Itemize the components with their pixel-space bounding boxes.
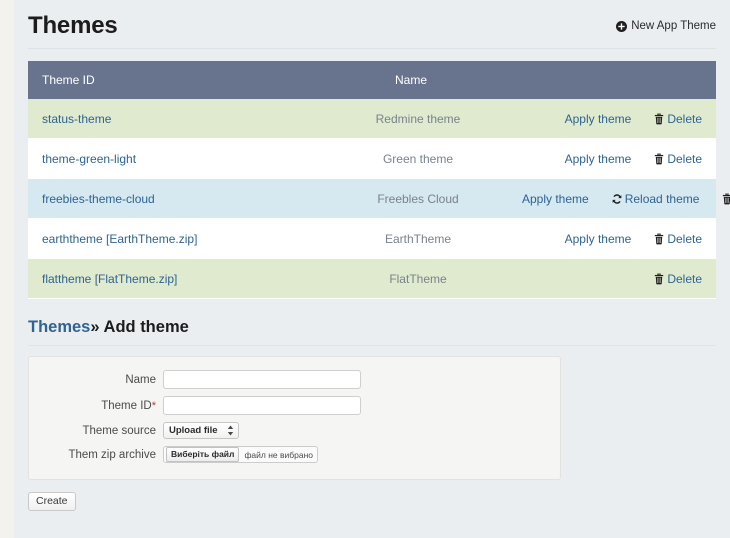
themes-table: Theme ID Name status-theme Redmine theme A… [28, 61, 730, 299]
apply-theme-link[interactable]: Apply theme [565, 232, 632, 246]
new-app-theme-button[interactable]: New App Theme [616, 20, 716, 32]
delete-theme-link[interactable]: Delete [653, 232, 702, 246]
cell-theme-id: freebies-theme-cloud [28, 178, 328, 219]
form-row-theme-id: Theme ID* [29, 396, 560, 415]
add-theme-heading: Themes» Add theme [28, 317, 716, 337]
cell-theme-id: earththeme [EarthTheme.zip] [28, 218, 328, 259]
add-theme-form: Name Theme ID* Theme source Upload file [28, 356, 561, 480]
breadcrumb-current: Add theme [103, 318, 189, 336]
subheading-divider [28, 345, 716, 346]
delete-theme-label: Delete [667, 271, 702, 286]
theme-id-label: Theme ID* [29, 400, 163, 412]
delete-theme-link[interactable]: Delete [653, 152, 702, 166]
trash-icon [653, 273, 665, 285]
table-row: theme-green-light Green theme Apply theme D… [28, 138, 716, 179]
page-title: Themes [28, 12, 118, 39]
apply-theme-link[interactable]: Apply theme [565, 112, 632, 126]
delete-theme-label: Delete [667, 111, 702, 126]
cell-theme-name: Freebles Cloud [328, 178, 508, 219]
cell-theme-name: Green theme [328, 138, 508, 179]
form-row-zip-archive: Them zip archive Виберіть файл файл не в… [29, 446, 560, 463]
form-row-name: Name [29, 370, 560, 389]
table-body: status-theme Redmine theme Apply theme Dele… [28, 99, 730, 299]
delete-theme-label: Delete [667, 231, 702, 246]
theme-id-link[interactable]: theme-green-light [42, 152, 136, 166]
theme-id-link[interactable]: earththeme [EarthTheme.zip] [42, 232, 197, 246]
header-divider [28, 48, 716, 49]
trash-icon [653, 153, 665, 165]
column-header-theme-id: Theme ID [28, 61, 328, 99]
delete-theme-link[interactable]: Delete [653, 272, 702, 286]
cell-theme-name: Redmine theme [328, 99, 508, 139]
theme-id-link[interactable]: status-theme [42, 112, 111, 126]
zip-file-input[interactable]: Виберіть файл файл не вибрано [163, 446, 319, 463]
delete-theme-link[interactable]: Delete [721, 192, 730, 206]
theme-id-input[interactable] [163, 396, 361, 415]
name-label: Name [125, 373, 156, 386]
delete-theme-label: Delete [667, 151, 702, 166]
column-header-name: Name [328, 61, 508, 99]
zip-archive-label: Them zip archive [68, 448, 156, 461]
required-asterisk: * [151, 399, 156, 412]
plus-circle-icon [616, 20, 628, 32]
table-row: status-theme Redmine theme Apply theme Dele… [28, 99, 716, 139]
name-input[interactable] [163, 370, 361, 389]
cell-actions: Apply theme Delete [508, 138, 716, 179]
page-root: Themes New App Theme Theme ID Name statu… [14, 0, 730, 538]
cell-theme-name: EarthTheme [328, 218, 508, 259]
table-header-row: Theme ID Name [28, 61, 716, 99]
cell-theme-id: flattheme [FlatTheme.zip] [28, 258, 328, 299]
cell-theme-name: FlatTheme [328, 258, 508, 299]
cell-actions: Apply theme Reload theme Delete [508, 178, 730, 219]
refresh-icon [611, 193, 623, 205]
trash-icon [653, 233, 665, 245]
trash-icon [721, 193, 730, 205]
reload-theme-link[interactable]: Reload theme [611, 191, 700, 206]
theme-id-label-text: Theme ID [101, 399, 152, 412]
apply-theme-link[interactable]: Apply theme [565, 152, 632, 166]
breadcrumb-separator: » [90, 318, 100, 336]
choose-file-button[interactable]: Виберіть файл [166, 447, 240, 462]
breadcrumb-themes-link[interactable]: Themes [28, 318, 90, 336]
column-header-actions [508, 61, 716, 99]
theme-id-link[interactable]: flattheme [FlatTheme.zip] [42, 272, 177, 286]
cell-actions: Delete [508, 258, 716, 299]
delete-theme-link[interactable]: Delete [653, 112, 702, 126]
stepper-arrows-icon [226, 424, 235, 437]
create-button[interactable]: Create [28, 492, 76, 511]
apply-theme-link[interactable]: Apply theme [522, 192, 589, 206]
file-selection-status: файл не вибрано [244, 449, 314, 460]
table-row: earththeme [EarthTheme.zip] EarthTheme App… [28, 218, 716, 259]
theme-source-select[interactable]: Upload file [163, 422, 239, 439]
theme-source-selected-value: Upload file [169, 425, 218, 436]
cell-actions: Apply theme Delete [508, 218, 716, 259]
reload-theme-label: Reload theme [624, 191, 700, 206]
trash-icon [653, 113, 665, 125]
cell-theme-id: status-theme [28, 99, 328, 139]
theme-source-label: Theme source [82, 424, 156, 437]
table-row: freebies-theme-cloud Freebles Cloud Apply … [28, 178, 730, 219]
page-header: Themes New App Theme [28, 0, 716, 48]
table-header: Theme ID Name [28, 61, 716, 99]
cell-actions: Apply theme Delete [508, 99, 716, 139]
new-app-theme-label: New App Theme [631, 20, 716, 32]
form-row-theme-source: Theme source Upload file [29, 422, 560, 439]
theme-id-link[interactable]: freebies-theme-cloud [42, 192, 155, 206]
table-row: flattheme [FlatTheme.zip] FlatTheme Delete [28, 258, 716, 299]
cell-theme-id: theme-green-light [28, 138, 328, 179]
